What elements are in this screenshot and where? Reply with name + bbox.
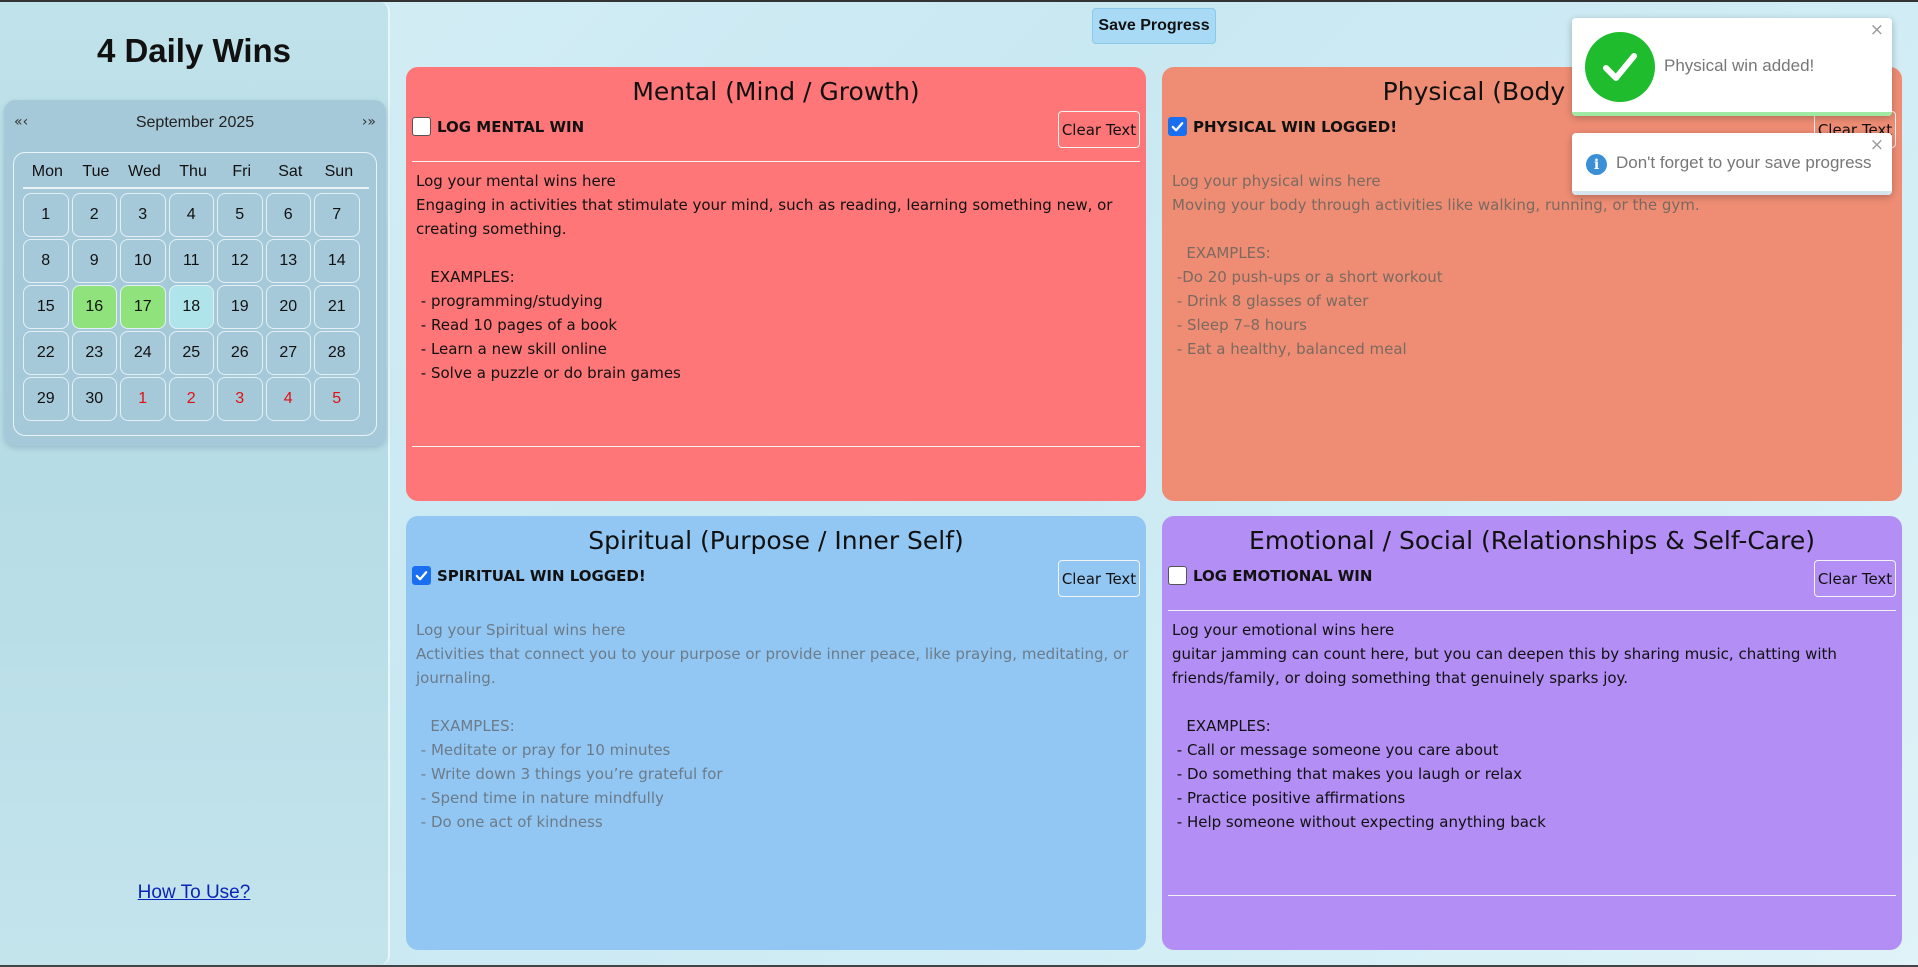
card-emotional: Emotional / Social (Relationships & Self…	[1162, 516, 1902, 950]
weekday-divider	[23, 187, 369, 189]
calendar-day[interactable]: 5	[217, 193, 263, 237]
info-icon: i	[1586, 154, 1607, 175]
divider	[1168, 610, 1896, 611]
checkbox-label: SPIRITUAL WIN LOGGED!	[437, 567, 646, 585]
calendar-day[interactable]: 3	[217, 377, 263, 421]
weekday-label: Mon	[31, 163, 63, 180]
sidebar: 4 Daily Wins «‹ September 2025 ›» Mon Tu…	[0, 2, 390, 965]
emotional-text-area[interactable]: Log your emotional wins here guitar jamm…	[1172, 618, 1892, 888]
card-spiritual: Spiritual (Purpose / Inner Self) SPIRITU…	[406, 516, 1146, 950]
save-progress-button[interactable]: Save Progress	[1092, 8, 1216, 44]
checkmark-icon	[415, 571, 428, 581]
card-title: Emotional / Social (Relationships & Self…	[1249, 526, 1815, 555]
calendar-days: 1 2 3 4 5 6 7 8 9 10 11 12 13 14 15 16 17 18 19 20 21 22 23 24 2…	[23, 193, 369, 421]
checkbox-label: LOG MENTAL WIN	[437, 118, 585, 136]
calendar-day[interactable]: 5	[314, 377, 360, 421]
calendar-day[interactable]: 28	[314, 331, 360, 375]
spiritual-text-area[interactable]: Log your Spiritual wins here Activities …	[416, 618, 1136, 888]
calendar-day[interactable]: 1	[23, 193, 69, 237]
calendar-day[interactable]: 8	[23, 239, 69, 283]
toast-message: Don't forget to your save progress	[1616, 153, 1872, 172]
weekday-label: Sat	[278, 163, 303, 180]
calendar: «‹ September 2025 ›» Mon Tue Wed Thu Fri…	[4, 100, 386, 446]
calendar-day[interactable]: 4	[265, 377, 311, 421]
calendar-day[interactable]: 1	[120, 377, 166, 421]
calendar-day[interactable]: 2	[71, 193, 117, 237]
close-icon[interactable]: ×	[1870, 20, 1884, 40]
card-mental: Mental (Mind / Growth) LOG MENTAL WIN Cl…	[406, 67, 1146, 501]
checkmark-icon	[1171, 122, 1184, 132]
calendar-day[interactable]: 22	[23, 331, 69, 375]
checkbox-label: PHYSICAL WIN LOGGED!	[1193, 118, 1398, 136]
mental-text-area[interactable]: Log your mental wins here Engaging in ac…	[416, 169, 1136, 439]
calendar-day[interactable]: 16	[71, 285, 117, 329]
calendar-day[interactable]: 18	[168, 285, 214, 329]
app-title: 4 Daily Wins	[96, 32, 292, 69]
physical-text-area[interactable]: Log your physical wins here Moving your …	[1172, 169, 1892, 439]
weekday-label: Sun	[324, 163, 354, 180]
calendar-day[interactable]: 6	[265, 193, 311, 237]
checkbox-label: LOG EMOTIONAL WIN	[1193, 567, 1373, 585]
calendar-day[interactable]: 23	[71, 331, 117, 375]
calendar-grid: Mon Tue Wed Thu Fri Sat Sun 1 2 3 4 5 6 7 8 9 10 1…	[13, 152, 377, 436]
divider	[412, 161, 1140, 162]
calendar-day[interactable]: 26	[217, 331, 263, 375]
toast-message: Physical win added!	[1664, 56, 1815, 75]
weekday-label: Tue	[82, 163, 110, 180]
weekday-label: Fri	[232, 163, 251, 180]
close-icon[interactable]: ×	[1870, 135, 1884, 155]
calendar-day[interactable]: 9	[71, 239, 117, 283]
weekday-row: Mon Tue Wed Thu Fri Sat Sun	[23, 163, 369, 185]
calendar-day[interactable]: 17	[120, 285, 166, 329]
weekday-label: Thu	[179, 163, 207, 180]
clear-text-button[interactable]: Clear Text	[1814, 560, 1896, 597]
calendar-day[interactable]: 13	[265, 239, 311, 283]
toast-progress-bar	[1572, 191, 1892, 195]
calendar-day[interactable]: 2	[168, 377, 214, 421]
info-toast: i Don't forget to your save progress ×	[1572, 133, 1892, 195]
calendar-day[interactable]: 24	[120, 331, 166, 375]
log-physical-checkbox[interactable]	[1168, 117, 1187, 136]
card-title: Spiritual (Purpose / Inner Self)	[588, 526, 964, 555]
calendar-day[interactable]: 7	[314, 193, 360, 237]
divider	[1168, 895, 1896, 896]
log-mental-checkbox[interactable]	[412, 117, 431, 136]
calendar-day[interactable]: 30	[71, 377, 117, 421]
how-to-use-link[interactable]: How To Use?	[0, 882, 388, 904]
clear-text-button[interactable]: Clear Text	[1058, 560, 1140, 597]
clear-text-button[interactable]: Clear Text	[1058, 111, 1140, 148]
weekday-label: Wed	[128, 163, 161, 180]
calendar-day[interactable]: 3	[120, 193, 166, 237]
card-title: Mental (Mind / Growth)	[632, 77, 920, 106]
success-toast: Physical win added! ×	[1572, 18, 1892, 116]
toast-progress-bar	[1572, 112, 1892, 116]
next-month-button[interactable]: ›»	[362, 114, 376, 130]
divider	[412, 446, 1140, 447]
calendar-day[interactable]: 25	[168, 331, 214, 375]
checkmark-icon	[1603, 53, 1637, 81]
calendar-month-label[interactable]: September 2025	[4, 114, 386, 132]
calendar-day[interactable]: 21	[314, 285, 360, 329]
calendar-day[interactable]: 19	[217, 285, 263, 329]
calendar-header: «‹ September 2025 ›»	[4, 100, 386, 148]
calendar-day[interactable]: 11	[168, 239, 214, 283]
calendar-day[interactable]: 20	[265, 285, 311, 329]
calendar-day[interactable]: 27	[265, 331, 311, 375]
calendar-day[interactable]: 14	[314, 239, 360, 283]
calendar-day[interactable]: 10	[120, 239, 166, 283]
calendar-day[interactable]: 29	[23, 377, 69, 421]
calendar-day[interactable]: 4	[168, 193, 214, 237]
success-check-icon	[1585, 32, 1655, 102]
calendar-day[interactable]: 15	[23, 285, 69, 329]
log-spiritual-checkbox[interactable]	[412, 566, 431, 585]
log-emotional-checkbox[interactable]	[1168, 566, 1187, 585]
calendar-day[interactable]: 12	[217, 239, 263, 283]
